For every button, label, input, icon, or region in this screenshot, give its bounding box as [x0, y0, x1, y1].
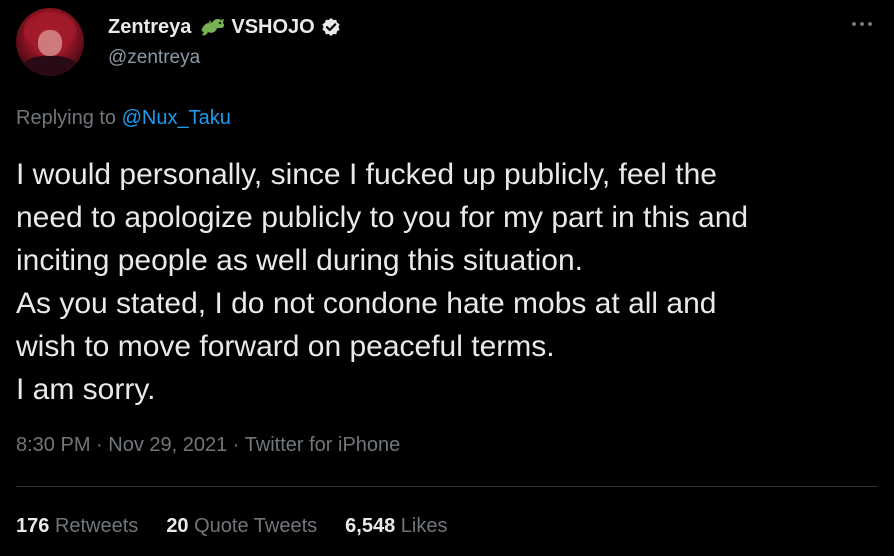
author-org: VSHOJO	[231, 15, 315, 38]
author-name-row: Zentreya VSHOJO	[108, 12, 341, 42]
tweet-text: I would personally, since I fucked up pu…	[16, 153, 886, 411]
avatar-face	[38, 30, 62, 56]
likes-count: 6,548	[345, 515, 396, 537]
author-name[interactable]: Zentreya	[108, 16, 191, 39]
divider	[16, 486, 878, 487]
meta-separator: ·	[90, 434, 109, 456]
author-handle[interactable]: @zentreya	[108, 47, 200, 69]
quote-tweets-label: Quote Tweets	[194, 515, 318, 537]
avatar-body	[22, 56, 78, 76]
tweet-meta: 8:30 PM · Nov 29, 2021 · Twitter for iPh…	[16, 434, 400, 457]
dragon-icon	[199, 15, 227, 39]
tweet-time[interactable]: 8:30 PM	[16, 434, 90, 456]
tweet-line: inciting people as well during this situ…	[16, 244, 583, 277]
quote-tweets-count: 20	[166, 515, 189, 537]
tweet-line: I am sorry.	[16, 373, 156, 406]
quote-tweets-stat[interactable]: 20 Quote Tweets	[166, 515, 317, 538]
reply-target-link[interactable]: @Nux_Taku	[122, 107, 231, 129]
replying-to: Replying to @Nux_Taku	[16, 107, 231, 130]
tweet-line: As you stated, I do not condone hate mob…	[16, 287, 717, 320]
tweet-line: wish to move forward on peaceful terms.	[16, 330, 555, 363]
tweet-line: need to apologize publicly to you for my…	[16, 201, 749, 234]
tweet-line: I would personally, since I fucked up pu…	[16, 158, 717, 191]
retweets-label: Retweets	[54, 515, 139, 537]
tweet-date[interactable]: Nov 29, 2021	[108, 434, 227, 456]
tweet-source[interactable]: Twitter for iPhone	[245, 434, 401, 456]
more-options-icon[interactable]	[847, 16, 877, 32]
tweet-stats: 176 Retweets 20 Quote Tweets 6,548 Likes	[16, 515, 476, 538]
avatar[interactable]	[16, 8, 84, 76]
retweets-stat[interactable]: 176 Retweets	[16, 515, 138, 538]
likes-label: Likes	[400, 515, 448, 537]
retweets-count: 176	[16, 515, 50, 537]
verified-badge-icon	[321, 17, 341, 37]
meta-separator: ·	[227, 434, 245, 456]
likes-stat[interactable]: 6,548 Likes	[345, 515, 447, 538]
replying-to-prefix: Replying to	[16, 107, 122, 129]
